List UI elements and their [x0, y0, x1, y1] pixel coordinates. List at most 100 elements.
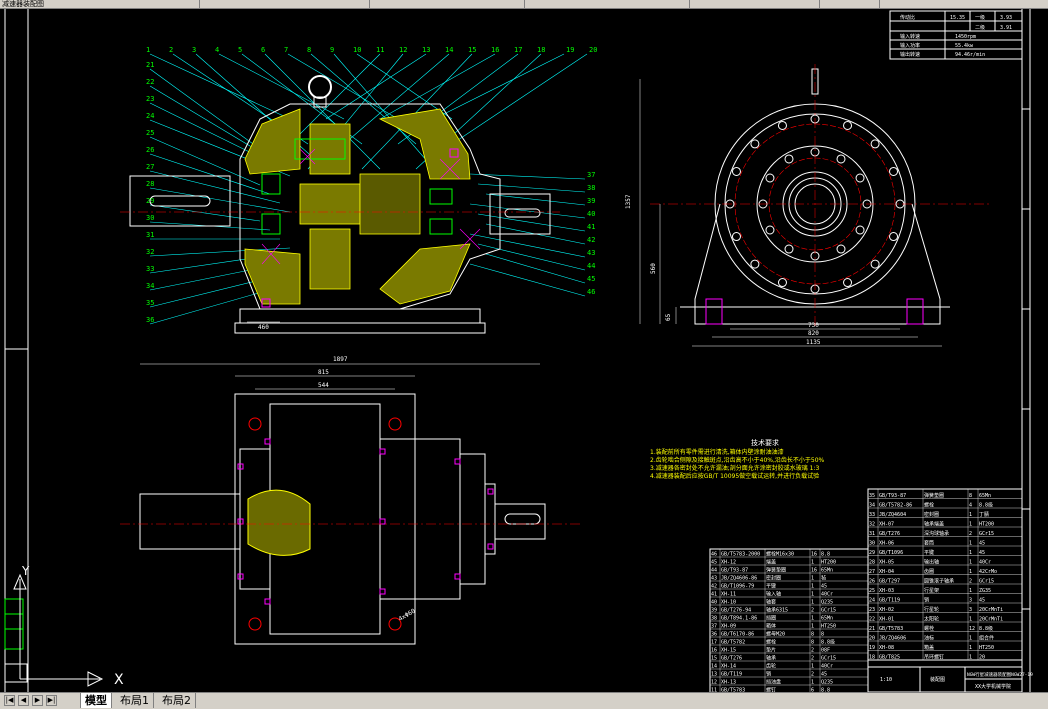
bom-cell: 1 — [811, 680, 814, 686]
bom-cell: 2 — [811, 672, 814, 678]
bom-cell: 08F — [821, 648, 830, 654]
balloon-number: 31 — [146, 231, 154, 239]
bom-cell: 1 — [969, 617, 972, 623]
bom-cell: 螺栓 — [924, 502, 934, 509]
tab-model[interactable]: 模型 — [80, 693, 112, 708]
end-view: 1357 560 65 730 820 1135 — [625, 64, 990, 347]
balloon-number: 40 — [587, 210, 595, 218]
bom-cell: 销 — [766, 671, 771, 678]
dim-hole: 4xΦ60 — [398, 607, 417, 622]
balloon-number: 41 — [587, 223, 595, 231]
bom-cell: 1 — [969, 636, 972, 642]
balloon-number: 16 — [491, 46, 499, 54]
bom-cell: 22 — [869, 617, 875, 623]
balloon-number: 9 — [330, 46, 334, 54]
bom-cell: 45 — [821, 584, 827, 590]
bom-cell: 35 — [869, 493, 875, 499]
bom-cell: 45 — [711, 560, 717, 566]
document-tab-2[interactable] — [200, 0, 370, 8]
bom-cell: 27 — [869, 569, 875, 575]
bom-cell: XH-15 — [721, 648, 736, 654]
balloon-number: 3 — [192, 46, 196, 54]
bom-cell: GB/T5782-86 — [879, 503, 912, 509]
bom-cell: 输入轴 — [766, 591, 781, 598]
bom-cell: XH-01 — [879, 617, 894, 623]
next-tab-button[interactable]: ▶ — [32, 695, 43, 706]
bom-cell: 3 — [969, 607, 972, 613]
bom-cell: 套筒 — [924, 540, 934, 547]
bom-cell: 8 — [821, 632, 824, 638]
balloon-number: 20 — [589, 46, 597, 54]
bom-cell: 螺母M20 — [766, 631, 785, 638]
bom-cell: 太阳轮 — [924, 616, 939, 623]
balloon-number: 32 — [146, 248, 154, 256]
bom-cell: 螺栓 — [766, 639, 776, 646]
note-line-4: 4.减速器装配后应按GB/T 10095做空载试运转,并进行负载试验 — [650, 473, 820, 480]
bom-cell: 30 — [869, 541, 875, 547]
balloon-number: 22 — [146, 78, 154, 86]
param-v2-1: 二级 — [975, 24, 985, 31]
balloon-number: 25 — [146, 129, 154, 137]
bom-cell: 25 — [869, 588, 875, 594]
document-tab-4[interactable] — [525, 0, 690, 8]
bom-cell: GB/T5783-2000 — [721, 552, 760, 558]
cad-drawing-canvas[interactable]: 传动比 15.35 一级 3.93 二级 3.91 输入转速 1450rpm 输… — [0, 9, 1048, 692]
bom-cell: XH-04 — [879, 569, 894, 575]
bom-cell: GCr15 — [821, 608, 836, 614]
balloon-number: 7 — [284, 46, 288, 54]
balloon-number: 13 — [422, 46, 430, 54]
bom-cell: 24 — [869, 598, 875, 604]
bom-cell: XH-05 — [879, 560, 894, 566]
bom-cell: 弹簧垫圈 — [924, 492, 944, 499]
bom-cell: 平键 — [924, 549, 934, 556]
top-view: 1897 815 544 4xΦ60 — [120, 356, 580, 645]
bom-cell: 8.8级 — [821, 639, 835, 646]
balloon-number: 35 — [146, 299, 154, 307]
bom-cell: 34 — [869, 503, 875, 509]
balloon-number: 36 — [146, 316, 154, 324]
tab-layout2[interactable]: 布局2 — [158, 693, 196, 708]
dim-base-w1: 730 — [808, 322, 819, 329]
bom-cell: 丁腈 — [979, 511, 989, 518]
bom-cell: XH-12 — [721, 560, 736, 566]
bom-table-left: 46 GB/T5783-2000 螺栓M16x30 16 8.8 45 XH-12 端盖 1 HT… — [709, 548, 869, 692]
bom-cell: GB/T297 — [879, 579, 900, 585]
balloon-number: 10 — [353, 46, 361, 54]
param-v2-0: 一级 — [975, 14, 985, 21]
title-school: XX大学机械学院 — [975, 683, 1011, 690]
bom-cell: 40Cr — [821, 664, 833, 670]
bom-cell: XH-11 — [721, 592, 736, 598]
document-tab-5[interactable] — [690, 0, 820, 8]
tab-layout1[interactable]: 布局1 — [116, 693, 154, 708]
dim-top-w1: 815 — [318, 369, 329, 376]
dim-top-w2: 544 — [318, 382, 329, 389]
document-tab-3[interactable] — [370, 0, 525, 8]
bom-cell: 20CrMnTi — [979, 607, 1003, 613]
first-tab-button[interactable]: |◀ — [4, 695, 15, 706]
notes-title: 技术要求 — [751, 439, 779, 447]
note-line-3: 3.减速器各密封处不允许漏油;剖分面允许涂密封胶或水玻璃 1:3 — [650, 465, 820, 472]
bom-cell: XH-03 — [879, 588, 894, 594]
dim-base-w3: 1135 — [806, 339, 821, 346]
bom-cell: 1 — [811, 624, 814, 630]
balloon-number: 18 — [537, 46, 545, 54]
bom-cell: 1 — [811, 592, 814, 598]
bom-cell: 螺栓 — [924, 625, 934, 632]
bom-cell: 33 — [869, 512, 875, 518]
document-tab-1[interactable]: 减速器装配图 — [0, 0, 200, 8]
bom-cell: GCr15 — [979, 579, 994, 585]
prev-tab-button[interactable]: ◀ — [18, 695, 29, 706]
bom-cell: HT250 — [979, 645, 994, 651]
last-tab-button[interactable]: ▶| — [46, 695, 57, 706]
bom-cell: 65Mn — [821, 616, 833, 622]
bom-cell: 2 — [811, 656, 814, 662]
bom-cell: Q235 — [821, 680, 833, 686]
layout-tab-bar: |◀ ◀ ▶ ▶| 模型 布局1 布局2 — [0, 692, 1048, 709]
bom-cell: 28 — [869, 560, 875, 566]
param-v1-0: 15.35 — [950, 15, 965, 21]
bom-table-right: 35 GB/T93-87 弹簧垫圈 8 65Mn 34 GB/T5782-86 螺栓 4 8.8级… — [867, 488, 1023, 661]
bom-cell: 1 — [969, 512, 972, 518]
bom-cell: 20 — [979, 655, 985, 661]
bom-cell: GCr15 — [821, 656, 836, 662]
document-tab-6[interactable] — [820, 0, 880, 8]
